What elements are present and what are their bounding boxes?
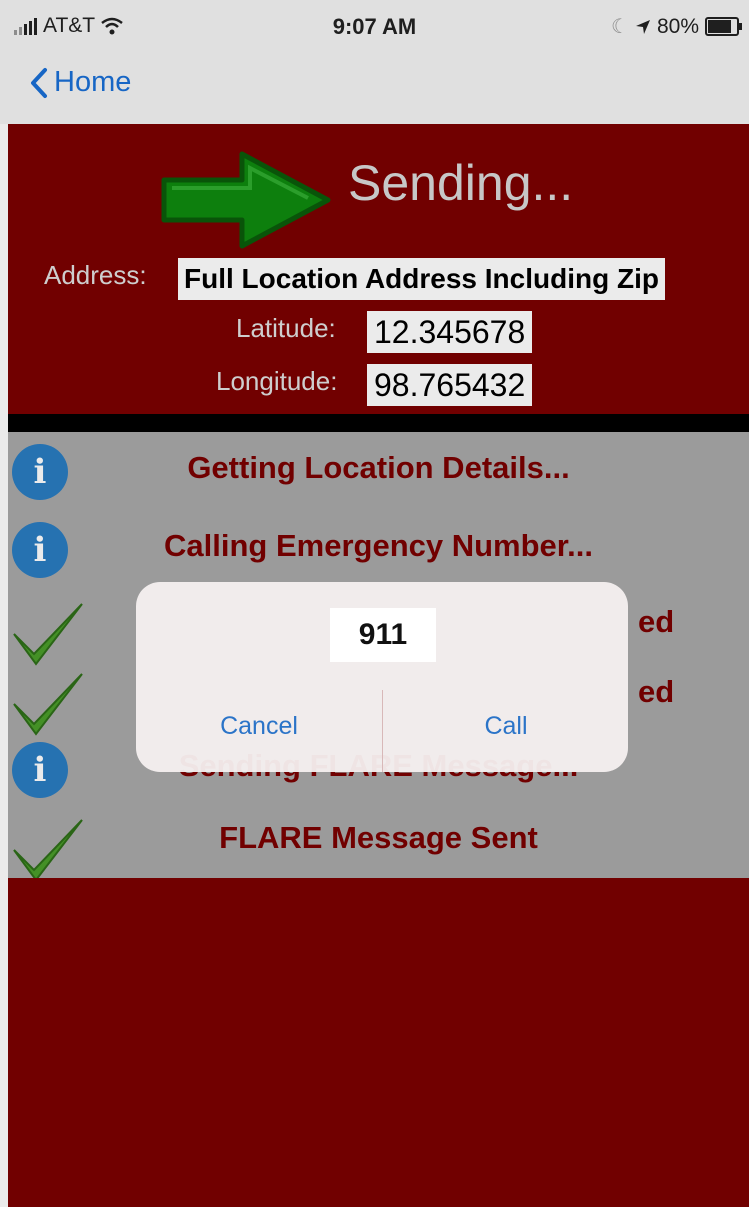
call-dialog: 911 Cancel Call xyxy=(136,582,628,772)
call-button[interactable]: Call xyxy=(383,712,629,741)
dialog-phone-number: 911 xyxy=(330,608,436,662)
cancel-button[interactable]: Cancel xyxy=(136,712,382,741)
